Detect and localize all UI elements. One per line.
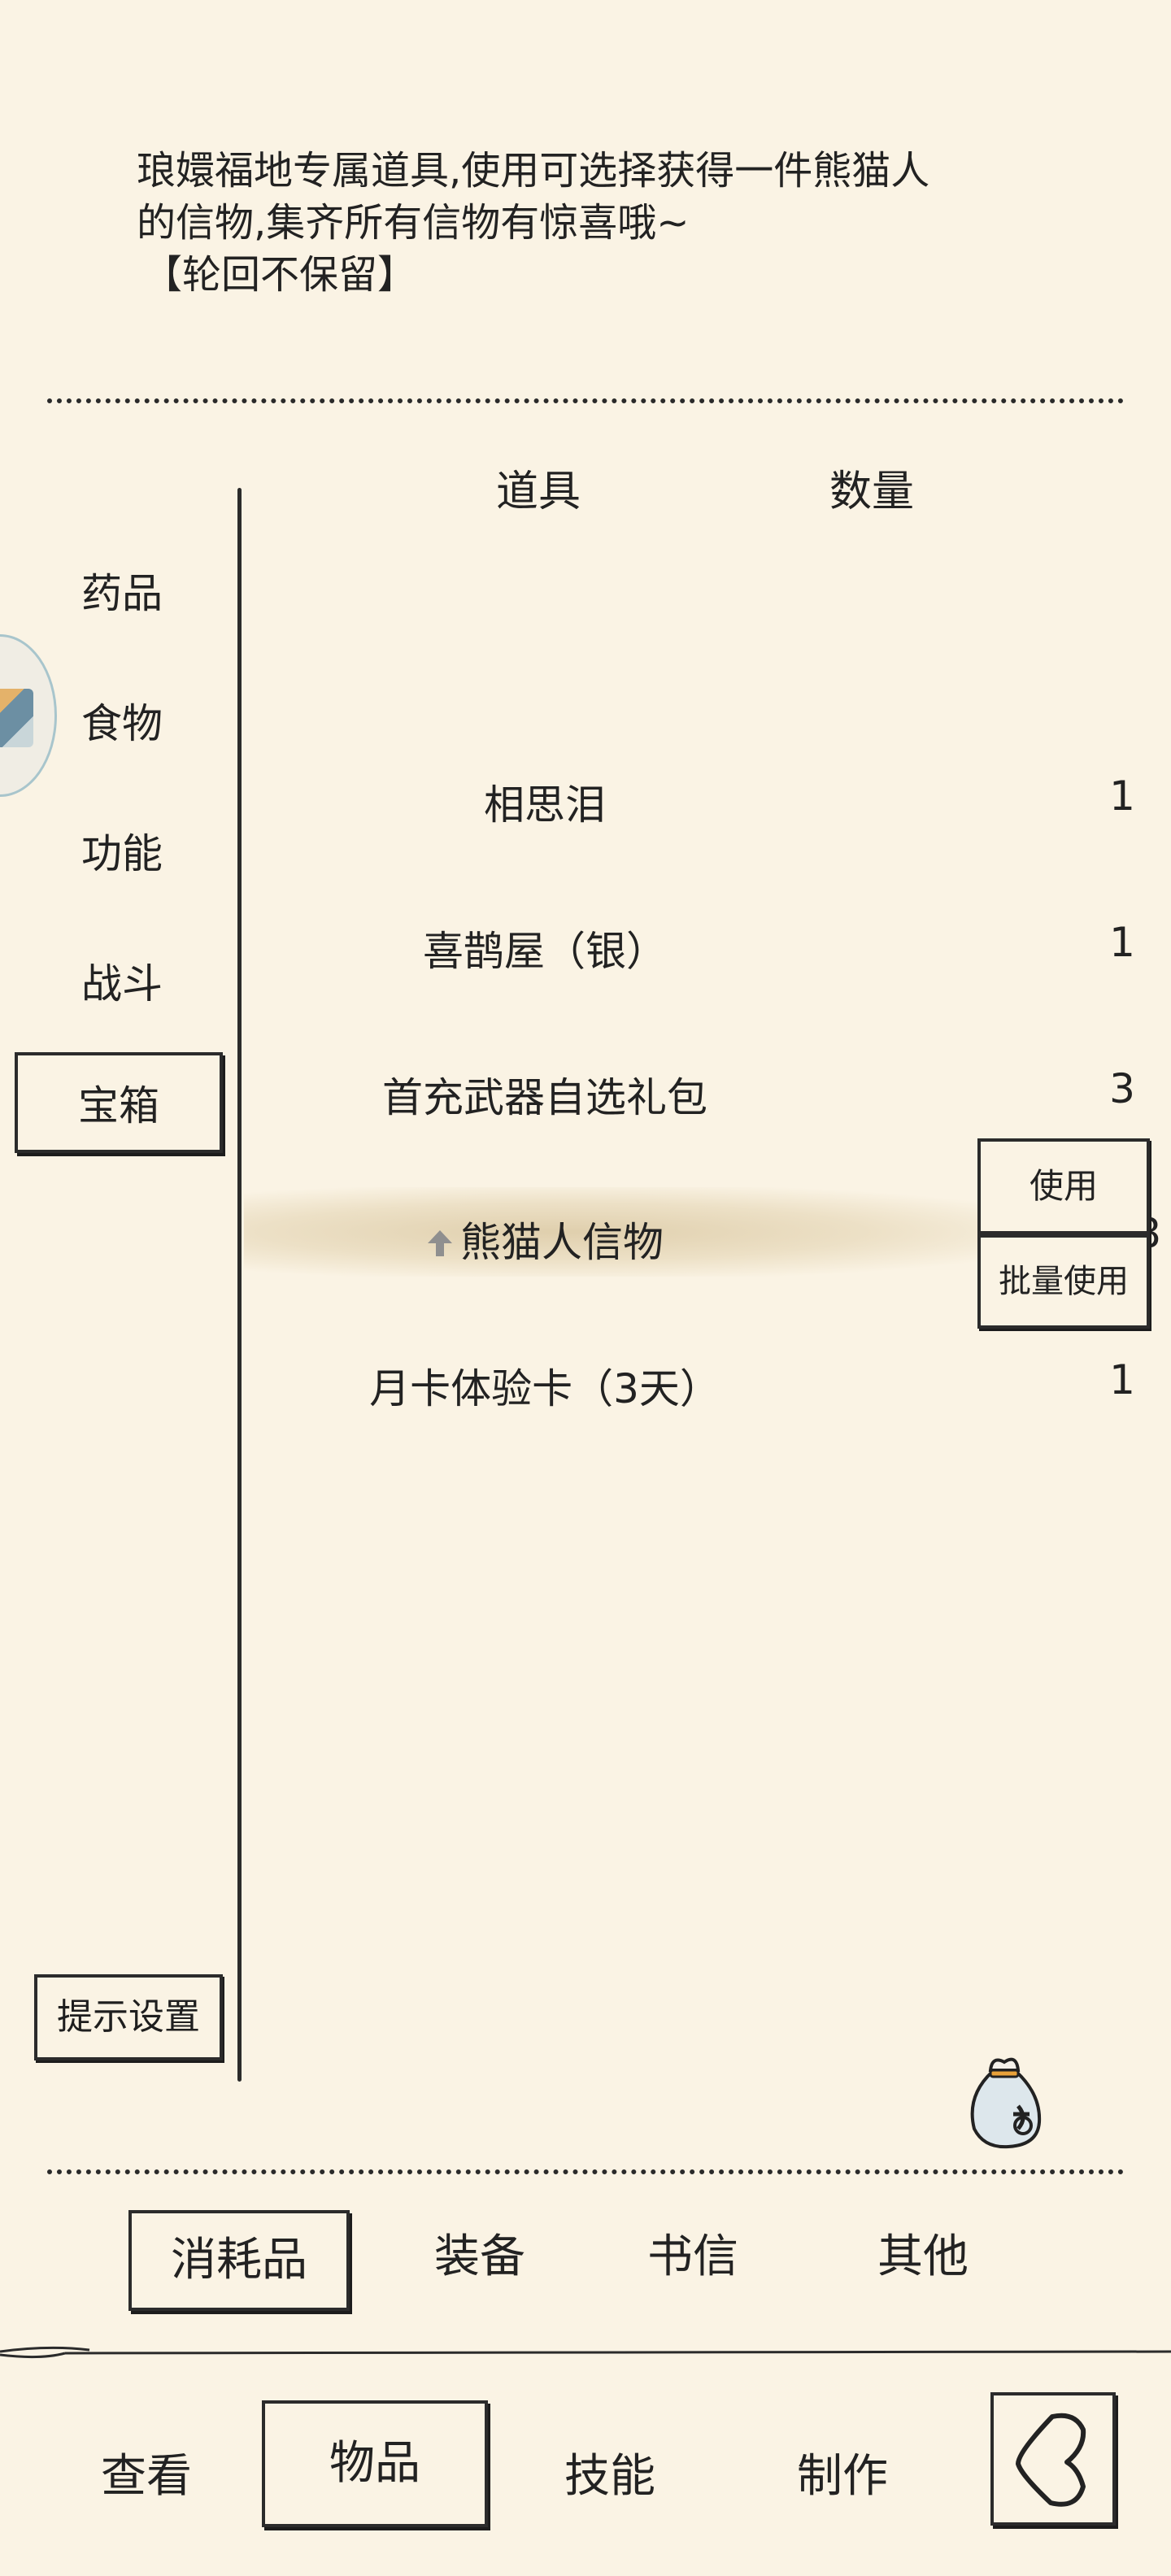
bottom-divider <box>0 2343 1171 2360</box>
item-quantity: 3 <box>1109 1065 1135 1112</box>
nav-items[interactable]: 物品 <box>262 2400 488 2527</box>
item-name-text: 熊猫人信物 <box>460 1219 664 1266</box>
column-header-item: 道具 <box>496 468 581 516</box>
category-food[interactable]: 食物 <box>41 691 203 750</box>
back-arrow-icon <box>994 2413 1112 2526</box>
money-bag-icon[interactable] <box>960 2047 1049 2153</box>
up-arrow-icon <box>426 1227 454 1260</box>
item-name: 首充武器自选礼包 <box>382 1074 707 1121</box>
description-line-2: 的信物,集齐所有信物有惊喜哦~ <box>137 200 690 246</box>
use-button[interactable]: 使用 <box>977 1138 1150 1234</box>
item-description: 琅嬛福地专属道具,使用可选择获得一件熊猫人 的信物,集齐所有信物有惊喜哦~ 【轮… <box>137 145 1047 301</box>
item-name: 喜鹊屋（银） <box>423 928 667 975</box>
sidebar-divider <box>237 488 242 2082</box>
item-quantity: 1 <box>1109 919 1135 966</box>
item-row[interactable]: 相思泪 1 <box>244 750 1135 839</box>
subtab-consumables[interactable]: 消耗品 <box>128 2210 350 2311</box>
floating-chip <box>0 689 33 747</box>
inventory-screen: 琅嬛福地专属道具,使用可选择获得一件熊猫人 的信物,集齐所有信物有惊喜哦~ 【轮… <box>0 0 1171 2576</box>
description-tag: 【轮回不保留】 <box>143 252 417 298</box>
item-row-selected[interactable]: 熊猫人信物 168 <box>244 1187 1161 1277</box>
category-medicine[interactable]: 药品 <box>41 561 203 620</box>
item-name: 熊猫人信物 <box>244 1210 846 1268</box>
item-quantity: 1 <box>1109 772 1135 820</box>
subtab-letters[interactable]: 书信 <box>628 2220 758 2286</box>
subtab-others[interactable]: 其他 <box>858 2220 988 2286</box>
category-chest[interactable]: 宝箱 <box>15 1052 223 1153</box>
item-row[interactable]: 首充武器自选礼包 3 <box>244 1042 1135 1132</box>
item-row[interactable]: 喜鹊屋（银） 1 <box>244 896 1135 986</box>
batch-use-button[interactable]: 批量使用 <box>977 1234 1150 1329</box>
middle-divider <box>47 2169 1124 2174</box>
item-name: 月卡体验卡（3天） <box>369 1365 720 1412</box>
nav-view[interactable]: 查看 <box>81 2439 211 2505</box>
category-combat[interactable]: 战斗 <box>41 951 203 1010</box>
subtab-equipment[interactable]: 装备 <box>415 2220 545 2286</box>
hint-settings-button[interactable]: 提示设置 <box>34 1974 223 2060</box>
item-row[interactable]: 月卡体验卡（3天） 1 <box>244 1334 1135 1423</box>
nav-craft[interactable]: 制作 <box>777 2439 908 2505</box>
column-header-quantity: 数量 <box>829 468 915 516</box>
nav-skills[interactable]: 技能 <box>545 2439 675 2505</box>
category-function[interactable]: 功能 <box>41 821 203 880</box>
top-divider <box>47 398 1124 403</box>
back-button[interactable] <box>990 2392 1116 2526</box>
floating-assistant-icon[interactable] <box>0 634 57 797</box>
description-line-1: 琅嬛福地专属道具,使用可选择获得一件熊猫人 <box>137 148 930 194</box>
item-quantity: 1 <box>1109 1356 1135 1403</box>
item-name: 相思泪 <box>484 781 606 829</box>
